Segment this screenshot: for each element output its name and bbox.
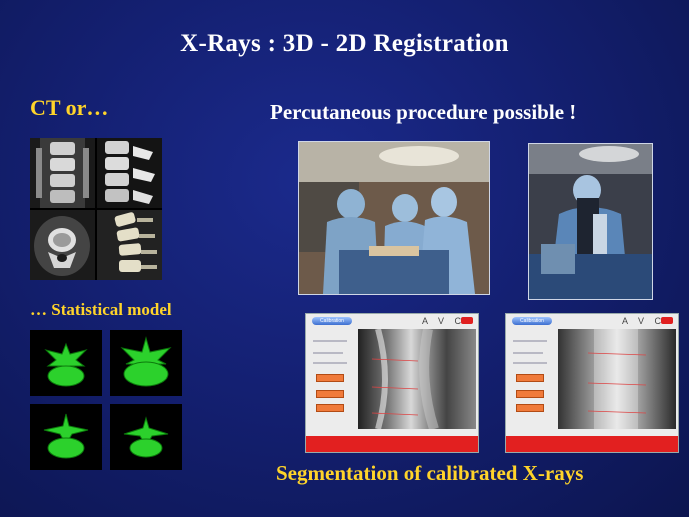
slide-title: X-Rays : 3D - 2D Registration	[180, 30, 509, 57]
status-bar	[506, 436, 678, 452]
status-bar	[306, 436, 478, 452]
vertebra-model-4	[110, 404, 182, 470]
ct-axial-image	[30, 210, 95, 280]
side-action-button[interactable]	[516, 374, 544, 382]
close-button[interactable]	[661, 317, 673, 324]
close-button[interactable]	[461, 317, 473, 324]
statistical-model-grid	[30, 330, 182, 470]
segmentation-window-1: Calibration A V C	[305, 313, 479, 453]
side-action-button[interactable]	[516, 404, 544, 412]
xray-image	[558, 329, 676, 429]
vertebra-model-1	[30, 330, 102, 396]
side-action-button[interactable]	[516, 390, 544, 398]
surgery-photo-1	[298, 141, 490, 295]
ct-image-grid	[30, 138, 162, 280]
ct-sagittal-image	[97, 138, 162, 208]
side-divider	[313, 352, 343, 354]
avc-brand: A V C	[422, 316, 466, 326]
vertebra-model-3	[30, 404, 102, 470]
side-action-button[interactable]	[316, 404, 344, 412]
calibration-tab[interactable]: Calibration	[512, 317, 552, 325]
ct-label: CT or…	[30, 95, 109, 120]
xray-image	[358, 329, 476, 429]
percutaneous-label: Percutaneous procedure possible !	[270, 100, 577, 124]
ct-coronal-image	[30, 138, 95, 208]
side-action-button[interactable]	[316, 374, 344, 382]
ct-3d-render-image	[97, 210, 162, 280]
vertebra-model-2	[110, 330, 182, 396]
segmentation-window-2: Calibration A V C	[505, 313, 679, 453]
side-divider	[513, 340, 547, 342]
avc-brand: A V C	[622, 316, 666, 326]
statistical-model-label: … Statistical model	[30, 300, 172, 319]
side-action-button[interactable]	[316, 390, 344, 398]
calibration-tab[interactable]: Calibration	[312, 317, 352, 325]
side-divider	[313, 362, 347, 364]
side-divider	[313, 340, 347, 342]
surgery-photo-2	[528, 143, 653, 300]
side-divider	[513, 352, 543, 354]
side-divider	[513, 362, 547, 364]
segmentation-label: Segmentation of calibrated X-rays	[276, 461, 584, 485]
